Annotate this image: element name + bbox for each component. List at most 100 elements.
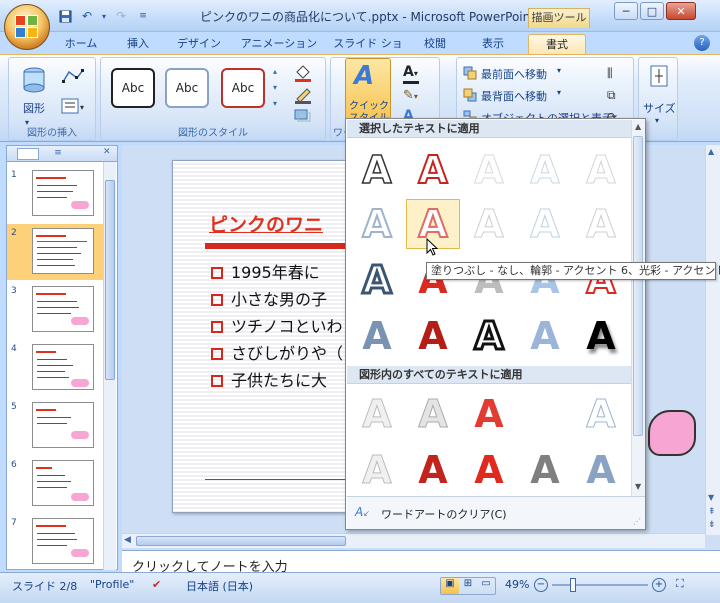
shape-style-sample-1[interactable]: Abc — [111, 68, 155, 108]
fit-window-icon[interactable]: ⛶ — [676, 577, 692, 593]
resize-grip-icon[interactable]: ⋰ — [633, 517, 641, 526]
slide-thumbnail-row[interactable]: 1 — [7, 166, 103, 222]
bullet-item[interactable]: さびしがりや（ — [211, 340, 343, 364]
minimize-button[interactable]: ─ — [614, 2, 638, 20]
wordart-style-item[interactable]: A — [574, 199, 628, 249]
maximize-button[interactable]: □ — [640, 2, 664, 20]
zoom-slider-track[interactable] — [552, 584, 648, 586]
wordart-style-item[interactable]: A — [518, 145, 572, 195]
textbox-icon[interactable]: ▾ — [61, 98, 85, 114]
slide-thumbnail-row[interactable]: 5 — [7, 398, 103, 454]
size-icon[interactable] — [649, 64, 669, 90]
send-back-button[interactable]: 最背面へ移動 — [481, 88, 547, 104]
slide-thumbnail-row[interactable]: 6 — [7, 456, 103, 512]
shape-effects-icon[interactable] — [293, 108, 311, 122]
text-outline-icon[interactable]: ✎▾ — [403, 88, 418, 103]
horizontal-scroll-thumb[interactable] — [136, 536, 346, 546]
prev-slide-icon[interactable]: ⇞ — [708, 507, 716, 517]
align-icon[interactable]: ⫼ — [607, 66, 613, 81]
shapes-label[interactable]: 図形 — [23, 100, 45, 116]
wordart-style-item[interactable]: A — [350, 445, 404, 495]
undo-dropdown-icon[interactable]: ▾ — [100, 7, 108, 25]
slides-pane-scrollbar[interactable] — [103, 162, 116, 570]
tab-home[interactable]: ホーム — [58, 34, 104, 54]
wordart-style-item[interactable]: A — [350, 389, 404, 439]
shape-outline-icon[interactable] — [293, 86, 311, 104]
zoom-slider-thumb[interactable] — [570, 578, 576, 592]
pane-close-icon[interactable]: ✕ — [103, 147, 111, 157]
clear-wordart-menu-item[interactable]: ワードアートのクリア(C) — [381, 506, 507, 522]
wordart-style-item[interactable]: A — [574, 145, 628, 195]
slide-horizontal-scrollbar[interactable]: ◀ — [122, 533, 705, 548]
wordart-style-item[interactable]: A — [350, 199, 404, 249]
wordart-style-item[interactable]: A — [350, 311, 404, 361]
shape-fill-icon[interactable] — [293, 64, 311, 82]
save-icon[interactable] — [56, 7, 74, 25]
wordart-style-item[interactable]: A — [574, 311, 628, 361]
gallery-scrollbar[interactable]: ▲ ▼ — [631, 120, 645, 496]
wordart-style-item[interactable]: A — [462, 199, 516, 249]
bullet-item[interactable]: 1995年春に — [211, 259, 320, 283]
wordart-style-item[interactable]: A — [518, 445, 572, 495]
tab-design[interactable]: デザイン — [172, 34, 226, 54]
pink-cloud-shape[interactable] — [648, 410, 696, 456]
slide-sorter-icon[interactable]: ⊞ — [459, 578, 477, 594]
size-label[interactable]: サイズ — [643, 100, 676, 116]
tab-format[interactable]: 書式 — [528, 34, 586, 54]
styles-gallery-scroll-icon[interactable]: ▴ ▾ ▾ — [273, 64, 283, 114]
bullet-item[interactable]: ツチノコといわ — [211, 313, 343, 337]
wordart-style-item[interactable]: A — [406, 389, 460, 439]
group-icon[interactable]: ⧉ — [607, 88, 616, 103]
send-back-dropdown-icon[interactable]: ▾ — [557, 88, 561, 97]
close-button[interactable]: ✕ — [666, 2, 696, 20]
wordart-style-item[interactable]: A — [518, 199, 572, 249]
zoom-in-icon[interactable]: + — [652, 578, 666, 592]
outline-tab-icon[interactable]: ≡ — [47, 148, 69, 160]
gallery-scroll-down-icon[interactable]: ▼ — [635, 482, 641, 491]
slideshow-view-icon[interactable]: ▭ — [477, 578, 495, 594]
wordart-style-item[interactable]: A — [406, 445, 460, 495]
tab-review[interactable]: 校閲 — [420, 34, 450, 54]
slides-tab-icon[interactable] — [17, 148, 39, 160]
language-indicator[interactable]: 日本語 (日本) — [186, 578, 253, 594]
slide-thumbnail-row[interactable]: 4 — [7, 340, 103, 396]
office-button[interactable] — [4, 4, 50, 50]
gallery-scroll-thumb[interactable] — [633, 136, 643, 436]
tab-animation[interactable]: アニメーション — [240, 34, 318, 54]
bring-front-button[interactable]: 最前面へ移動 — [481, 66, 547, 82]
gallery-scroll-up-icon[interactable]: ▲ — [635, 122, 641, 131]
text-fill-icon[interactable]: A▾ — [403, 64, 418, 80]
slide-thumbnail-row[interactable]: 7 — [7, 514, 103, 570]
tab-view[interactable]: 表示 — [478, 34, 508, 54]
redo-icon[interactable]: ↷ — [112, 7, 130, 25]
scroll-down-icon[interactable]: ▼ — [708, 493, 714, 502]
slide-thumbnail-row[interactable]: 2 — [7, 224, 103, 280]
wordart-style-item[interactable]: A — [574, 445, 628, 495]
wordart-style-item[interactable]: A — [462, 311, 516, 361]
scroll-left-icon[interactable]: ◀ — [124, 535, 131, 545]
normal-view-icon[interactable]: ▣ — [441, 578, 459, 594]
wordart-style-item[interactable]: A — [350, 145, 404, 195]
shape-style-sample-2[interactable]: Abc — [165, 68, 209, 108]
wordart-style-item[interactable]: A — [462, 145, 516, 195]
customize-qat-icon[interactable]: ≡ — [134, 7, 152, 25]
size-dropdown-icon[interactable]: ▾ — [655, 116, 659, 125]
tab-slideshow[interactable]: スライド ショー — [330, 34, 406, 69]
slide-thumbnail-row[interactable]: 3 — [7, 282, 103, 338]
bullet-item[interactable]: 子供たちに大 — [211, 367, 327, 391]
spellcheck-icon[interactable]: ✔ — [152, 578, 161, 591]
slide-title[interactable]: ピンクのワニ — [209, 210, 323, 237]
bring-front-dropdown-icon[interactable]: ▾ — [557, 66, 561, 75]
help-icon[interactable]: ? — [694, 35, 710, 51]
wordart-style-item[interactable]: A — [518, 311, 572, 361]
wordart-style-item[interactable]: A — [462, 445, 516, 495]
wordart-style-item[interactable]: A — [406, 311, 460, 361]
zoom-level[interactable]: 49% — [505, 578, 529, 591]
bullet-item[interactable]: 小さな男の子 — [211, 286, 327, 310]
wordart-style-item[interactable]: A — [462, 389, 516, 439]
edit-shape-icon[interactable] — [61, 68, 85, 84]
wordart-style-item[interactable]: A — [350, 255, 404, 305]
shape-style-sample-3[interactable]: Abc — [221, 68, 265, 108]
slide-vertical-scrollbar[interactable]: ▲ ▼ ⇞ ⇟ — [705, 145, 720, 535]
zoom-out-icon[interactable]: − — [534, 578, 548, 592]
